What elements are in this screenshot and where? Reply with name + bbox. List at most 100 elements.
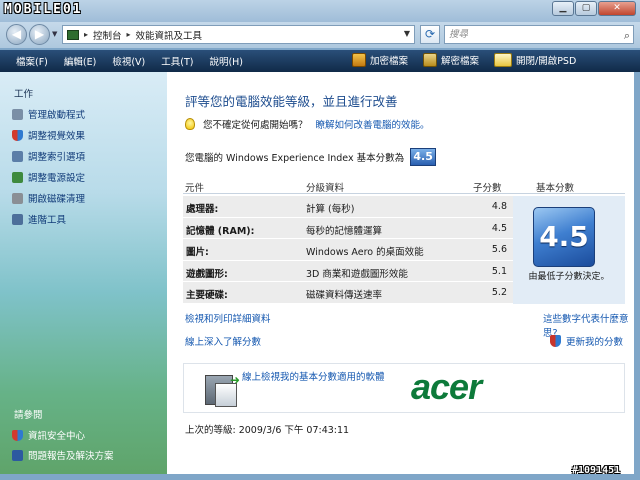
forward-button[interactable]: ▶	[29, 24, 50, 45]
base-score-panel: 4.5 由最低子分數決定。	[513, 196, 625, 304]
tip-text: 您不確定從何處開始嗎？	[203, 120, 308, 131]
table-row: 主要硬碟: 磁碟資料傳送速率 5.2	[183, 282, 513, 304]
encrypt-file-command[interactable]: 加密檔案	[352, 53, 408, 67]
psd-command[interactable]: 開閉/開啟PSD	[494, 53, 576, 67]
see-also-security-center[interactable]: 資訊安全中心	[12, 428, 85, 442]
component-name: 記憶體 (RAM):	[186, 225, 255, 237]
menu-bar: 檔案(F) 編輯(E) 檢視(V) 工具(T) 說明(H) 加密檔案 解密檔案 …	[0, 50, 640, 72]
search-icon[interactable]: ⌕	[624, 27, 630, 44]
breadcrumb-separator-icon[interactable]: ▸	[127, 30, 131, 39]
subscore: 4.8	[491, 201, 507, 212]
shield-icon	[12, 129, 23, 141]
arrow-icon: ➜	[230, 373, 241, 387]
refresh-button[interactable]: ⟳	[420, 25, 440, 44]
shield-icon	[550, 335, 561, 347]
page-title: 評等您的電腦效能等級，並且進行改善	[185, 94, 398, 109]
task-manage-startup[interactable]: 管理啟動程式	[12, 107, 85, 121]
address-dropdown-icon[interactable]: ▼	[404, 29, 410, 38]
software-link[interactable]: 線上檢視我的基本分數適用的軟體	[242, 369, 385, 383]
address-row: ◀ ▶ ▼ ▸ 控制台 ▸ 效能資訊及工具 ▼ ⟳ 搜尋 ⌕	[0, 22, 640, 48]
menu-file[interactable]: 檔案(F)	[0, 54, 56, 68]
task-disk-cleanup[interactable]: 開啟磁碟清理	[12, 191, 85, 205]
menu-view[interactable]: 檢視(V)	[104, 54, 153, 68]
search-input[interactable]: 搜尋 ⌕	[444, 25, 634, 44]
search-placeholder: 搜尋	[449, 29, 469, 40]
control-panel-icon	[67, 29, 79, 40]
table-row: 遊戲圖形: 3D 商業和遊戲圖形效能 5.1	[183, 260, 513, 282]
see-also-label: 資訊安全中心	[28, 431, 86, 442]
window-controls: ▁ ▢ ✕	[552, 1, 636, 16]
task-power-settings[interactable]: 調整電源設定	[12, 170, 85, 184]
disk-icon	[12, 192, 23, 204]
minimize-button[interactable]: ▁	[552, 1, 574, 16]
subscore: 5.6	[491, 244, 507, 255]
power-icon	[12, 171, 23, 183]
address-bar[interactable]: ▸ 控制台 ▸ 效能資訊及工具 ▼	[62, 25, 415, 44]
back-button[interactable]: ◀	[6, 24, 27, 45]
menu-edit[interactable]: 編輯(E)	[56, 54, 104, 68]
task-label: 調整視覺效果	[28, 131, 86, 142]
score-summary: 您電腦的 Windows Experience Index 基本分數為 4.5	[185, 148, 437, 166]
header-divider	[183, 193, 625, 194]
task-advanced-tools[interactable]: 進階工具	[12, 212, 66, 226]
last-rating-time: 上次的等級: 2009/3/6 下午 07:43:11	[185, 425, 350, 436]
column-header-subscore: 子分數	[473, 183, 502, 194]
decrypt-file-label: 解密檔案	[441, 56, 480, 67]
breadcrumb-separator-icon[interactable]: ▸	[84, 30, 88, 39]
learn-more-online-link[interactable]: 線上深入了解分數	[185, 334, 261, 348]
tasks-header: 工作	[14, 89, 34, 100]
update-score-link[interactable]: 更新我的分數	[566, 334, 623, 348]
column-header-rating: 分級資料	[306, 183, 345, 194]
close-button[interactable]: ✕	[598, 1, 636, 16]
psd-icon	[494, 53, 512, 67]
table-row: 記憶體 (RAM): 每秒的記憶體運算 4.5	[183, 217, 513, 239]
score-table: 處理器: 計算 (每秒) 4.8 記憶體 (RAM): 每秒的記憶體運算 4.5…	[183, 196, 513, 304]
score-label: 您電腦的 Windows Experience Index 基本分數為	[185, 153, 405, 164]
improve-performance-link[interactable]: 瞭解如何改善電腦的效能。	[316, 117, 430, 131]
component-name: 處理器:	[186, 204, 219, 215]
see-also-header: 請參閱	[14, 410, 43, 421]
task-label: 調整電源設定	[28, 173, 86, 184]
subscore: 4.5	[491, 222, 507, 234]
rating-detail: 磁碟資料傳送速率	[306, 290, 383, 301]
base-score-caption: 由最低子分數決定。	[528, 272, 610, 282]
maximize-button[interactable]: ▢	[575, 1, 597, 16]
column-header-component: 元件	[185, 183, 205, 194]
psd-label: 開閉/開啟PSD	[516, 56, 577, 67]
tip-row: 您不確定從何處開始嗎？ 瞭解如何改善電腦的效能。	[185, 117, 430, 131]
breadcrumb-control-panel[interactable]: 控制台	[93, 28, 122, 42]
base-score-mini-badge: 4.5	[410, 148, 437, 166]
menu-tools[interactable]: 工具(T)	[153, 54, 201, 68]
lightbulb-icon	[185, 118, 195, 130]
subscore: 5.2	[491, 287, 507, 298]
update-score-control[interactable]: 更新我的分數	[550, 334, 623, 348]
startup-icon	[12, 108, 23, 120]
decrypt-file-command[interactable]: 解密檔案	[423, 53, 479, 67]
menu-help[interactable]: 說明(H)	[201, 54, 251, 68]
task-visual-effects[interactable]: 調整視覺效果	[12, 128, 85, 142]
lock-icon	[352, 53, 366, 67]
acer-logo: acer	[411, 366, 482, 407]
task-indexing-options[interactable]: 調整索引選項	[12, 149, 85, 163]
base-score-badge: 4.5	[533, 207, 595, 267]
main-content: 評等您的電腦效能等級，並且進行改善 您不確定從何處開始嗎？ 瞭解如何改善電腦的效…	[167, 72, 634, 474]
recent-pages-dropdown-icon[interactable]: ▼	[52, 30, 57, 38]
see-also-problem-reports[interactable]: 問題報告及解決方案	[12, 448, 114, 462]
breadcrumb-performance[interactable]: 效能資訊及工具	[136, 28, 203, 42]
encrypt-file-label: 加密檔案	[370, 56, 409, 67]
task-pane: 工作 管理啟動程式 調整視覺效果 調整索引選項 調整電源設定 開啟磁碟清理 進階…	[0, 72, 167, 474]
task-label: 調整索引選項	[28, 152, 86, 163]
software-box-icon: ➜	[201, 369, 243, 409]
tools-icon	[12, 213, 23, 225]
component-name: 遊戲圖形:	[186, 268, 228, 280]
problem-reports-icon	[12, 449, 23, 461]
rating-detail: 每秒的記憶體運算	[306, 225, 383, 237]
indexing-icon	[12, 150, 23, 162]
view-print-details-link[interactable]: 檢視和列印詳細資料	[185, 311, 271, 325]
shield-icon	[12, 429, 23, 441]
software-ad-box[interactable]: ➜ 線上檢視我的基本分數適用的軟體 acer	[183, 363, 625, 413]
rating-detail: 計算 (每秒)	[306, 204, 355, 215]
unlock-icon	[423, 53, 437, 67]
component-name: 圖片:	[186, 247, 209, 258]
subscore: 5.1	[491, 265, 507, 277]
